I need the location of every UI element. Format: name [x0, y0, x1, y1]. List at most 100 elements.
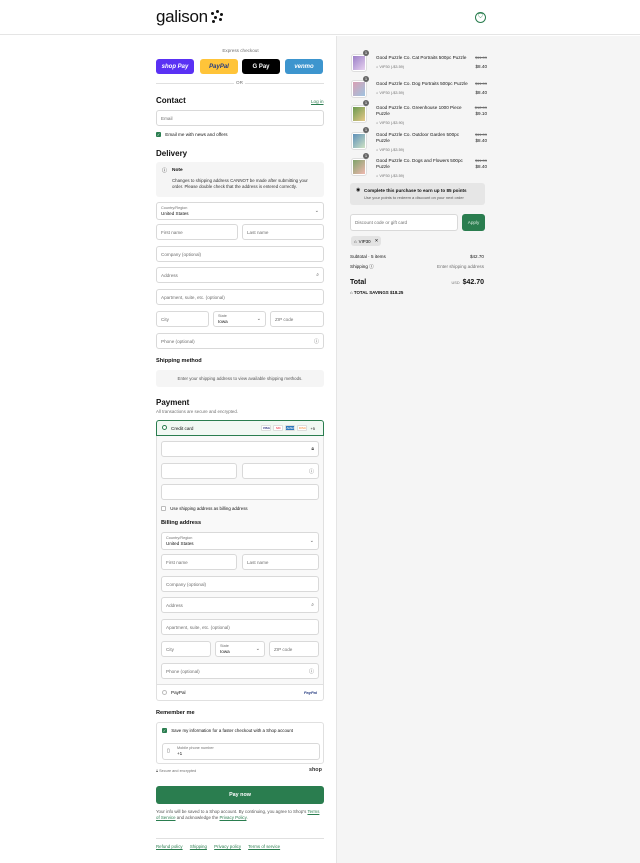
billing-country-select[interactable]: Country/Region United States ⌄	[161, 532, 319, 550]
use-shipping-checkbox[interactable]	[161, 506, 166, 512]
billing-first-name-field[interactable]: First name	[161, 554, 237, 570]
company-field[interactable]: Company (optional)	[156, 246, 324, 262]
payment-subtitle: All transactions are secure and encrypte…	[156, 409, 239, 414]
original-price: $11.99	[475, 158, 487, 163]
amex-icon: AMEX	[285, 425, 296, 431]
billing-address-field[interactable]: Address ⌕	[161, 597, 319, 613]
venmo-button[interactable]: venmo	[285, 59, 323, 74]
total-savings-value: $18.25	[389, 290, 404, 295]
product-thumbnail	[351, 80, 367, 98]
billing-city-field[interactable]: City	[161, 641, 211, 657]
state-select[interactable]: State Iowa ⌄	[213, 311, 266, 327]
save-info-row[interactable]: ✓ Save my information for a faster check…	[162, 728, 294, 734]
shop-pay-button[interactable]: shop Pay	[156, 59, 194, 74]
quantity-badge: 1	[363, 100, 369, 106]
first-name-field[interactable]: First name	[156, 224, 238, 240]
use-shipping-label: Use shipping address as billing address	[170, 506, 248, 511]
address-field[interactable]: Address ⌕	[156, 267, 324, 283]
login-link[interactable]: Log in	[311, 99, 324, 104]
billing-phone-placeholder: Phone (optional)	[166, 668, 200, 674]
apply-label: Apply	[467, 220, 480, 225]
billing-state-select[interactable]: State Iowa ⌄	[215, 641, 265, 657]
product-title: Good Puzzle Co. Greenhouse 1000 Piece Pu…	[376, 105, 462, 116]
google-pay-button[interactable]: G Pay	[242, 59, 280, 74]
city-field[interactable]: City	[156, 311, 209, 327]
paypal-option[interactable]: PayPal PayPal	[156, 685, 324, 701]
billing-company-field[interactable]: Company (optional)	[161, 576, 319, 592]
total-value: $42.70	[462, 279, 484, 286]
save-info-label: Save my information for a faster checkou…	[171, 728, 294, 733]
remember-box: ✓ Save my information for a faster check…	[156, 722, 324, 764]
delivery-heading: Delivery	[156, 149, 188, 158]
paypal-button[interactable]: PayPal	[200, 59, 238, 74]
pay-now-button[interactable]: Pay now	[156, 786, 324, 804]
product-thumbnail	[351, 54, 367, 72]
paypal-radio[interactable]	[162, 690, 167, 696]
phone-field[interactable]: Phone (optional) ⓘ	[156, 333, 324, 349]
billing-apartment-field[interactable]: Apartment, suite, etc. (optional)	[161, 619, 319, 635]
use-shipping-row[interactable]: Use shipping address as billing address	[161, 506, 248, 512]
phone-icon: ▯	[167, 748, 170, 754]
item-discount: ⌂ VIP30 (-$3.59)	[376, 65, 405, 69]
cart-item: 1 Good Puzzle Co. Outdoor Garden 500pc P…	[351, 127, 488, 156]
privacy-link[interactable]: Privacy Policy	[220, 815, 247, 820]
header: galison ⛉	[0, 0, 640, 35]
subtotal-label: Subtotal · 5 items	[350, 254, 386, 259]
card-number-field[interactable]: 🔒︎	[161, 441, 319, 457]
last-name-field[interactable]: Last name	[242, 224, 324, 240]
item-discount: ⌂ VIP30 (-$3.90)	[376, 121, 405, 125]
sale-price: $8.40	[475, 138, 488, 143]
discount-tag-label: VIP30	[358, 238, 371, 244]
help-icon[interactable]: ⓘ	[369, 264, 374, 269]
apply-button[interactable]: Apply	[462, 214, 485, 231]
cart-item: 1 Good Puzzle Co. Dog Portraits 500pc Pu…	[351, 76, 487, 100]
news-checkbox-row[interactable]: ✓ Email me with news and offers	[156, 132, 228, 138]
shopping-bag-icon[interactable]: ⛉	[475, 12, 486, 23]
save-info-checkbox[interactable]: ✓	[162, 728, 167, 734]
help-icon[interactable]: ⓘ	[309, 668, 314, 675]
remove-tag-icon[interactable]: ✕	[375, 238, 379, 244]
billing-zip-field[interactable]: ZIP code	[269, 641, 319, 657]
payment-heading: Payment	[156, 398, 190, 407]
credit-card-option[interactable]: Credit card VISA MC AMEX DISC +5	[156, 420, 324, 436]
phone-placeholder: Phone (optional)	[161, 338, 195, 344]
or-label: OR	[234, 80, 245, 85]
secure-row: 🔒︎ Secure and encrypted	[156, 769, 196, 773]
item-discount-label: VIP30 (-$3.59)	[379, 148, 405, 152]
email-field[interactable]: Email	[156, 110, 324, 126]
legal-period: .	[246, 815, 248, 821]
security-code-field[interactable]: ⓘ	[242, 463, 319, 479]
logo[interactable]: galison	[156, 7, 224, 27]
shipping-link[interactable]: Shipping	[190, 844, 207, 849]
apartment-placeholder: Apartment, suite, etc. (optional)	[161, 294, 225, 300]
product-thumbnail	[351, 105, 367, 123]
original-price: $12.99	[474, 105, 487, 110]
zip-field[interactable]: ZIP code	[270, 311, 324, 327]
help-icon[interactable]: ⓘ	[309, 468, 314, 475]
terms-of-service-link[interactable]: Terms of service	[248, 844, 280, 849]
help-icon[interactable]: ⓘ	[314, 338, 319, 345]
country-select[interactable]: Country/Region United States ⌄	[156, 202, 324, 220]
billing-first-name-placeholder: First name	[166, 559, 188, 565]
credit-card-label: Credit card	[171, 426, 194, 431]
billing-phone-field[interactable]: Phone (optional) ⓘ	[161, 663, 319, 679]
note-title: Note	[172, 168, 183, 173]
shipping-value: Enter shipping address	[437, 264, 484, 269]
refund-policy-link[interactable]: Refund policy	[156, 844, 183, 849]
billing-state-value: Iowa	[220, 648, 230, 654]
privacy-policy-link[interactable]: Privacy policy	[214, 844, 241, 849]
news-checkbox[interactable]: ✓	[156, 132, 161, 138]
expiry-field[interactable]	[161, 463, 237, 479]
quantity-badge: 1	[363, 50, 369, 56]
item-discount: ⌂ VIP30 (-$3.59)	[376, 174, 405, 178]
original-price: $11.99	[475, 132, 487, 137]
original-price: $11.99	[475, 81, 487, 86]
points-subtitle: Use your points to redeem a discount on …	[364, 195, 464, 200]
credit-card-radio[interactable]	[162, 425, 167, 431]
discount-code-field[interactable]: Discount code or gift card	[350, 214, 458, 231]
apartment-field[interactable]: Apartment, suite, etc. (optional)	[156, 289, 324, 305]
billing-last-name-field[interactable]: Last name	[242, 554, 319, 570]
name-on-card-field[interactable]	[161, 484, 319, 500]
item-discount-label: VIP30 (-$3.59)	[379, 91, 405, 95]
mobile-phone-field[interactable]: ▯ Mobile phone number +1	[162, 743, 320, 760]
